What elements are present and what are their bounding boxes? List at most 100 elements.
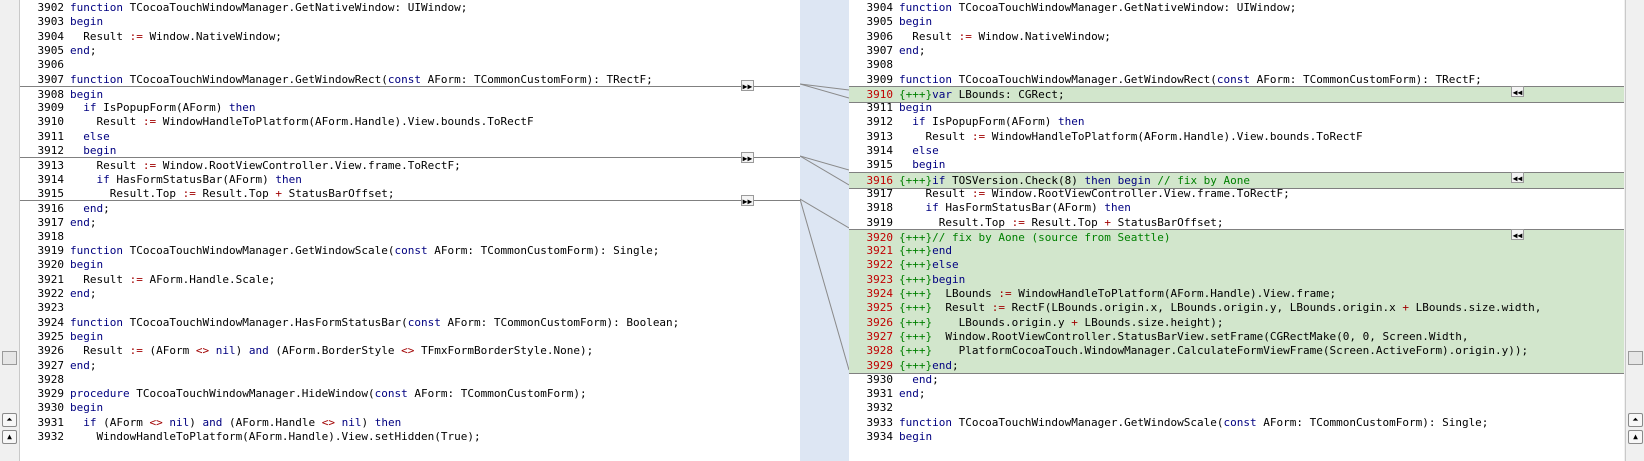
copy-to-right-icon[interactable]: ▶▶ [741,80,754,91]
code-token: end [83,202,104,216]
code-line[interactable]: 3930 end; [849,372,1624,387]
line-number: 3919 [866,215,894,229]
code-line[interactable]: 3909 if IsPopupForm(AForm) then [20,100,800,115]
code-line[interactable]: 3926 {+++} LBounds.origin.y + LBounds.siz… [849,314,1624,330]
code-token: {+++}// fix by Aone (source from Seattle… [899,230,1171,244]
code-token: function [70,244,123,258]
code-token: TCocoaTouchWindowManager.GetNativeWindow… [122,1,468,14]
code-token: ; [918,387,926,401]
code-token: {+++} [899,329,933,343]
code-line[interactable]: 3914 else [849,143,1624,158]
copy-to-right-icon[interactable]: ▶▶ [741,152,754,163]
code-line[interactable]: 3927 end; [20,358,800,373]
code-line[interactable]: 3915 Result.Top := Result.Top + StatusBa… [20,186,800,201]
code-line[interactable]: 3904 function TCocoaTouchWindowManager.Ge… [849,0,1624,15]
code-line[interactable]: 3920 begin [20,257,800,272]
line-number: 3904 [866,1,894,14]
code-line[interactable]: 3924 function TCocoaTouchWindowManager.Ha… [20,315,800,330]
right-code-pane[interactable]: 3904 function TCocoaTouchWindowManager.Ge… [849,0,1624,461]
code-line[interactable]: 3908 [849,57,1624,72]
code-line[interactable]: 3928 [20,372,800,387]
code-line[interactable]: 3905 end; [20,43,800,58]
code-token: if [932,173,946,187]
code-line[interactable]: 3927 {+++} Window.RootViewController.Stat… [849,328,1624,344]
code-line[interactable]: 3914 if HasFormStatusBar(AForm) then [20,172,800,187]
code-line[interactable]: 3931 end; [849,386,1624,401]
right-scroll-up-button[interactable]: ▲ [1628,430,1643,444]
code-line[interactable]: 3917 Result := Window.RootViewController… [849,186,1624,201]
code-line[interactable]: 3925 begin [20,329,800,344]
code-line[interactable]: 3921 Result := AForm.Handle.Scale; [20,272,800,287]
code-line[interactable]: 3934 begin [849,429,1624,444]
code-line[interactable]: 3906 [20,57,800,72]
code-line[interactable]: 3918 if HasFormStatusBar(AForm) then [849,200,1624,215]
copy-to-left-icon[interactable]: ◀◀ [1511,86,1524,97]
code-line[interactable]: 3902 function TCocoaTouchWindowManager.Ge… [20,0,800,15]
right-scrollbar-thumb[interactable] [1628,351,1643,365]
code-line[interactable]: 3907 function TCocoaTouchWindowManager.Ge… [20,72,800,87]
code-line[interactable]: 3918 [20,229,800,244]
code-line[interactable]: 3929 procedure TCocoaTouchWindowManager.H… [20,386,800,401]
line-number: 3931 [866,387,894,401]
code-token: ) [361,415,375,429]
code-line[interactable]: 3933 function TCocoaTouchWindowManager.Ge… [849,415,1624,430]
code-token: ; [89,287,97,300]
code-line[interactable]: 3932 [849,400,1624,415]
line-number: 3927 [37,358,65,372]
code-line[interactable]: 3912 begin [20,143,800,158]
copy-to-left-icon[interactable]: ◀◀ [1511,229,1524,240]
left-vertical-scrollbar[interactable]: ⏶ ▲ [0,0,20,461]
line-number: 3920 [37,258,65,272]
code-line[interactable]: 3926 Result := (AForm <> nil) and (AForm… [20,343,800,358]
code-line[interactable]: 3924 {+++} LBounds := WindowHandleToPlatf… [849,286,1624,301]
code-line[interactable]: 3903 begin [20,14,800,29]
code-line[interactable]: 3919 function TCocoaTouchWindowManager.Ge… [20,243,800,258]
code-line[interactable]: 3907 end; [849,43,1624,58]
code-line[interactable]: 3923 [20,300,800,315]
code-line[interactable]: 3917 end; [20,215,800,230]
code-line[interactable]: 3905 begin [849,14,1624,29]
code-token: TOSVersion.Check(8) [945,173,1085,187]
code-text: else [70,130,110,143]
code-line[interactable]: 3932 WindowHandleToPlatform(AForm.Handle… [20,429,800,444]
code-line[interactable]: 3923 {+++}begin [849,271,1624,287]
code-line[interactable]: 3922 {+++}else [849,257,1624,273]
left-scroll-up-button[interactable]: ▲ [2,430,17,444]
code-token: begin [899,101,933,115]
code-line[interactable]: 3931 if (AForm <> nil) and (AForm.Handle… [20,415,800,430]
code-line[interactable]: 3904 Result := Window.NativeWindow; [20,29,800,44]
copy-to-right-icon[interactable]: ▶▶ [741,195,754,206]
code-line[interactable]: 3911 begin [849,100,1624,115]
code-token: ; [932,372,939,386]
left-scrollbar-thumb[interactable] [2,351,17,365]
code-line[interactable]: 3911 else [20,129,800,144]
code-line[interactable]: 3921 {+++}end [849,243,1624,259]
code-text: end; [70,359,97,372]
code-token: IsPopupForm(AForm) [96,101,229,115]
code-token: var [932,87,952,101]
line-number: 3906 [866,29,894,43]
left-scroll-up-fast-button[interactable]: ⏶ [2,413,17,427]
code-line[interactable]: 3925 {+++} Result := RectF(LBounds.origin… [849,300,1624,316]
line-number: 3929 [37,387,65,401]
code-token: nil [341,415,362,429]
code-line[interactable]: 3915 begin [849,157,1624,172]
code-line[interactable]: 3913 Result := WindowHandleToPlatform(AF… [849,129,1624,144]
right-vertical-scrollbar[interactable]: ⏶ ▲ [1625,0,1644,461]
code-line[interactable]: 3909 function TCocoaTouchWindowManager.Ge… [849,72,1624,87]
line-number: 3933 [866,415,894,429]
code-token: // fix by Aone [1157,173,1251,187]
code-line[interactable]: 3928 {+++} PlatformCocoaTouch.WindowManag… [849,343,1624,359]
code-line[interactable]: 3930 begin [20,400,800,415]
code-token: := [998,287,1012,300]
code-line[interactable]: 3922 end; [20,286,800,301]
left-code-pane[interactable]: 3902 function TCocoaTouchWindowManager.Ge… [20,0,800,461]
code-text: procedure TCocoaTouchWindowManager.HideW… [70,387,587,400]
copy-to-left-icon[interactable]: ◀◀ [1511,172,1524,183]
code-line[interactable]: 3910 Result := WindowHandleToPlatform(AF… [20,114,800,129]
code-line[interactable]: 3912 if IsPopupForm(AForm) then [849,114,1624,129]
code-line[interactable]: 3919 Result.Top := Result.Top + StatusBa… [849,215,1624,230]
right-scroll-up-fast-button[interactable]: ⏶ [1628,413,1643,427]
code-line[interactable]: 3906 Result := Window.NativeWindow; [849,29,1624,44]
